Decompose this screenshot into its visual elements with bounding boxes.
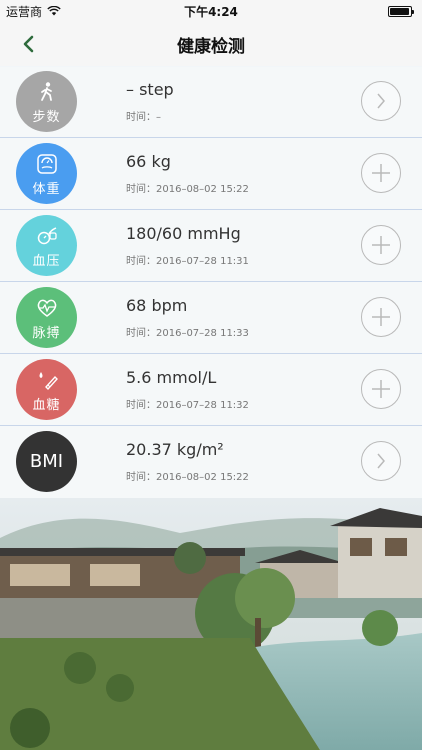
- plus-icon: [372, 380, 390, 398]
- heart-pulse-icon: [37, 299, 56, 317]
- blood-pressure-label: 血压: [32, 253, 61, 269]
- status-bar: 运营商 下午4:24: [0, 0, 422, 22]
- blood-pressure-cuff-icon: [37, 226, 57, 244]
- background-scenery-image: [0, 498, 422, 750]
- scale-icon: [36, 153, 57, 174]
- health-metric-list: 步数 – step 时间：– 体重 66 kg 时间：2016–08–02 15…: [0, 66, 422, 498]
- navigation-bar: 健康检测: [0, 22, 422, 67]
- pulse-row[interactable]: 脉搏 68 bpm 时间：2016–07–28 11:33: [0, 282, 422, 354]
- weight-badge: 体重: [16, 143, 77, 204]
- bmi-time: 时间：2016–08–02 15:22: [126, 472, 249, 483]
- weight-value: 66 kg: [126, 152, 171, 171]
- back-button[interactable]: [12, 28, 44, 60]
- walking-person-icon: [40, 81, 52, 101]
- blood-glucose-time: 时间：2016–07–28 11:32: [126, 400, 249, 411]
- steps-value: – step: [126, 80, 174, 99]
- weight-add-button[interactable]: [361, 153, 401, 193]
- status-time: 下午4:24: [184, 4, 238, 19]
- pulse-badge: 脉搏: [16, 287, 77, 348]
- blood-glucose-badge: 血糖: [16, 359, 77, 420]
- pulse-label: 脉搏: [32, 325, 61, 341]
- bmi-row[interactable]: BMI 20.37 kg/m² 时间：2016–08–02 15:22: [0, 426, 422, 498]
- blood-pressure-add-button[interactable]: [361, 225, 401, 265]
- bmi-label: BMI: [29, 451, 64, 472]
- blood-glucose-add-button[interactable]: [361, 369, 401, 409]
- weight-time: 时间：2016–08–02 15:22: [126, 184, 249, 195]
- weight-label: 体重: [32, 181, 61, 197]
- steps-row[interactable]: 步数 – step 时间：–: [0, 66, 422, 138]
- chevron-right-icon: [377, 93, 385, 109]
- chevron-left-icon: [23, 35, 34, 53]
- blood-pressure-badge: 血压: [16, 215, 77, 276]
- blood-glucose-value: 5.6 mmol/L: [126, 368, 217, 387]
- plus-icon: [372, 308, 390, 326]
- glucose-meter-icon: [39, 371, 58, 390]
- page-title: 健康检测: [177, 36, 245, 57]
- blood-pressure-value: 180/60 mmHg: [126, 224, 241, 243]
- blood-pressure-time: 时间：2016–07–28 11:31: [126, 256, 249, 267]
- pulse-add-button[interactable]: [361, 297, 401, 337]
- bmi-value: 20.37 kg/m²: [126, 440, 224, 459]
- weight-row[interactable]: 体重 66 kg 时间：2016–08–02 15:22: [0, 138, 422, 210]
- blood-pressure-row[interactable]: 血压 180/60 mmHg 时间：2016–07–28 11:31: [0, 210, 422, 282]
- bmi-detail-button[interactable]: [361, 441, 401, 481]
- plus-icon: [372, 236, 390, 254]
- blood-glucose-label: 血糖: [32, 397, 61, 413]
- steps-detail-button[interactable]: [361, 81, 401, 121]
- wifi-icon: [47, 6, 61, 16]
- steps-label: 步数: [32, 109, 61, 125]
- battery-icon: [388, 5, 414, 17]
- carrier-label: 运营商: [6, 4, 43, 19]
- pulse-time: 时间：2016–07–28 11:33: [126, 328, 249, 339]
- bmi-badge: BMI: [16, 431, 77, 492]
- pulse-value: 68 bpm: [126, 296, 188, 315]
- steps-time: 时间：–: [126, 112, 161, 123]
- plus-icon: [372, 164, 390, 182]
- blood-glucose-row[interactable]: 血糖 5.6 mmol/L 时间：2016–07–28 11:32: [0, 354, 422, 426]
- chevron-right-icon: [377, 453, 385, 469]
- steps-badge: 步数: [16, 71, 77, 132]
